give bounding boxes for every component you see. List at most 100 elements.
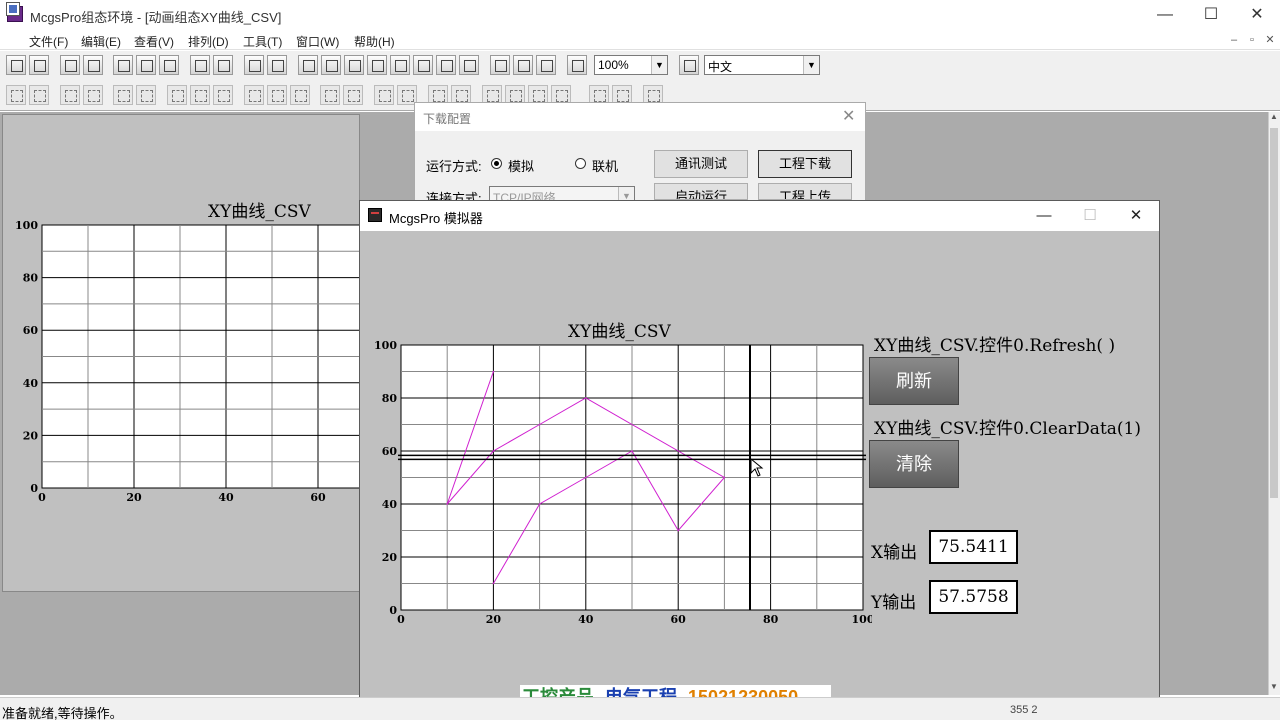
simulator-minimize-button[interactable]: — xyxy=(1021,201,1067,231)
toolbar-button-icon[interactable] xyxy=(267,55,287,75)
data-point xyxy=(538,503,541,505)
x-tick-label: 0 xyxy=(38,491,46,504)
toolbar-button-icon[interactable] xyxy=(29,55,49,75)
align-toolbar-button-icon[interactable] xyxy=(267,85,287,105)
align-toolbar-button-icon[interactable] xyxy=(60,85,80,105)
simulator-title: McgsPro 模拟器 xyxy=(389,211,483,226)
start-run-button[interactable]: 启动运行 xyxy=(654,183,748,200)
menu-file[interactable]: 文件(F) xyxy=(29,33,68,50)
refresh-caption: XY曲线_CSV.控件0.Refresh( ) xyxy=(874,336,1116,356)
align-toolbar-button-icon[interactable] xyxy=(290,85,310,105)
toolbar-button-icon[interactable] xyxy=(83,55,103,75)
y-tick-label: 40 xyxy=(23,377,39,390)
align-toolbar-button-icon[interactable] xyxy=(113,85,133,105)
clear-caption: XY曲线_CSV.控件0.ClearData(1) xyxy=(874,419,1141,439)
menu-window[interactable]: 窗口(W) xyxy=(296,33,339,50)
y-tick-label: 100 xyxy=(374,339,397,352)
toolbar-button-icon[interactable] xyxy=(390,55,410,75)
status-text: 准备就绪,等待操作。 xyxy=(2,706,123,721)
menu-help[interactable]: 帮助(H) xyxy=(354,33,395,50)
toolbar-button-icon[interactable] xyxy=(213,55,233,75)
toolbar-button-icon[interactable] xyxy=(298,55,318,75)
document-icon[interactable] xyxy=(6,2,20,16)
toolbar-button-icon[interactable] xyxy=(60,55,80,75)
mdi-restore-button[interactable]: ▫ xyxy=(1244,32,1260,48)
y-tick-label: 20 xyxy=(23,429,39,442)
scroll-down-icon[interactable]: ▼ xyxy=(1268,682,1280,694)
align-toolbar-button-icon[interactable] xyxy=(6,85,26,105)
toolbar-button-icon[interactable] xyxy=(190,55,210,75)
toolbar-button-icon[interactable] xyxy=(413,55,433,75)
y-tick-label: 80 xyxy=(23,272,39,285)
x-tick-label: 0 xyxy=(397,613,405,626)
project-download-button[interactable]: 工程下载 xyxy=(758,150,852,178)
align-toolbar-button-icon[interactable] xyxy=(136,85,156,105)
align-toolbar-button-icon[interactable] xyxy=(190,85,210,105)
clear-button[interactable]: 清除 xyxy=(869,440,959,488)
toolbar-button-icon[interactable] xyxy=(459,55,479,75)
dialog-title: 下载配置 xyxy=(423,112,472,126)
toolbar-button-icon[interactable] xyxy=(490,55,510,75)
close-button[interactable]: ✕ xyxy=(1234,0,1280,30)
toolbar-button-icon[interactable] xyxy=(367,55,387,75)
x-tick-label: 60 xyxy=(310,491,326,504)
menu-tools[interactable]: 工具(T) xyxy=(243,33,282,50)
toolbar-button-icon[interactable] xyxy=(113,55,133,75)
scroll-up-icon[interactable]: ▲ xyxy=(1268,112,1280,124)
maximize-button[interactable]: ☐ xyxy=(1188,0,1234,30)
run-mode-label: 运行方式: xyxy=(426,159,482,174)
align-toolbar-button-icon[interactable] xyxy=(320,85,340,105)
x-tick-label: 40 xyxy=(218,491,234,504)
editor-chart[interactable]: 100 80 60 40 20 00 20 40 60 xyxy=(0,215,360,510)
toolbar-button-icon[interactable] xyxy=(513,55,533,75)
x-output-value: 75.5411 xyxy=(929,530,1018,564)
y-tick-label: 100 xyxy=(15,219,38,232)
x-output-label: X输出 xyxy=(871,543,918,563)
align-toolbar-button-icon[interactable] xyxy=(29,85,49,105)
data-point xyxy=(585,397,587,399)
language-select[interactable]: 中文 ▼ xyxy=(704,55,820,75)
align-toolbar-button-icon[interactable] xyxy=(83,85,103,105)
zoom-select[interactable]: 100% ▼ xyxy=(594,55,668,75)
toolbar-button-icon[interactable] xyxy=(159,55,179,75)
align-toolbar-button-icon[interactable] xyxy=(343,85,363,105)
toolbar-button-icon[interactable] xyxy=(344,55,364,75)
project-upload-button[interactable]: 工程上传 xyxy=(758,183,852,200)
simulator-close-button[interactable]: ✕ xyxy=(1113,201,1159,231)
x-tick-label: 60 xyxy=(671,613,687,626)
radio-sim[interactable] xyxy=(491,158,502,169)
mdi-minimize-button[interactable]: – xyxy=(1226,32,1242,48)
y-tick-label: 60 xyxy=(382,445,398,458)
mdi-close-button[interactable]: ✕ xyxy=(1262,32,1278,48)
menu-edit[interactable]: 编辑(E) xyxy=(81,33,121,50)
toolbar-button-icon[interactable] xyxy=(6,55,26,75)
language-icon[interactable] xyxy=(679,55,699,75)
toolbar-button-icon[interactable] xyxy=(136,55,156,75)
data-point xyxy=(492,582,495,585)
toolbar-button-icon[interactable] xyxy=(567,55,587,75)
minimize-button[interactable]: — xyxy=(1142,0,1188,30)
comm-test-button[interactable]: 通讯测试 xyxy=(654,150,748,178)
xy-chart[interactable]: 100 80 60 40 20 00 20 40 60 80 100 xyxy=(362,335,872,630)
language-value: 中文 xyxy=(708,60,733,74)
toolbar-button-icon[interactable] xyxy=(436,55,456,75)
run-mode-online-label: 联机 xyxy=(592,159,619,174)
radio-online[interactable] xyxy=(575,158,586,169)
align-toolbar-button-icon[interactable] xyxy=(167,85,187,105)
dialog-close-icon[interactable]: ✕ xyxy=(842,106,855,126)
chevron-down-icon: ▼ xyxy=(651,56,667,74)
refresh-button[interactable]: 刷新 xyxy=(869,357,959,405)
menu-view[interactable]: 查看(V) xyxy=(134,33,174,50)
toolbar-button-icon[interactable] xyxy=(536,55,556,75)
align-toolbar-button-icon[interactable] xyxy=(213,85,233,105)
y-tick-label: 20 xyxy=(382,551,398,564)
toolbar-button-icon[interactable] xyxy=(321,55,341,75)
data-point xyxy=(538,423,541,426)
data-point xyxy=(446,503,448,505)
scroll-thumb[interactable] xyxy=(1270,128,1278,498)
toolbar-button-icon[interactable] xyxy=(244,55,264,75)
menu-arrange[interactable]: 排列(D) xyxy=(188,33,229,50)
align-toolbar-button-icon[interactable] xyxy=(374,85,394,105)
x-tick-label: 100 xyxy=(852,613,872,626)
align-toolbar-button-icon[interactable] xyxy=(244,85,264,105)
